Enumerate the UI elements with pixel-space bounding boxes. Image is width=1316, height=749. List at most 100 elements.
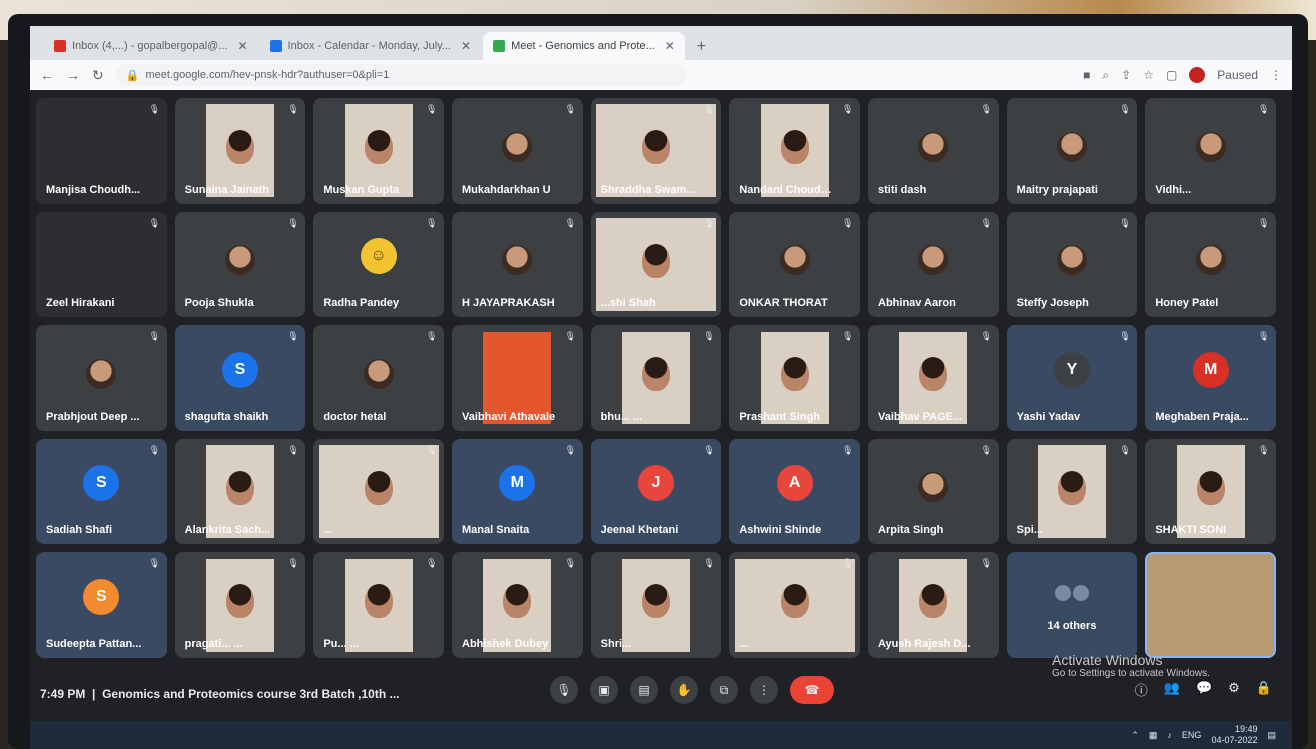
extensions-icon[interactable]: ▢: [1166, 68, 1177, 82]
network-icon[interactable]: ▦: [1149, 730, 1158, 741]
browser-tab-calendar[interactable]: Inbox - Calendar - Monday, July... ✕: [260, 32, 482, 60]
participant-photo: [1195, 245, 1226, 276]
volume-icon[interactable]: ♪: [1167, 730, 1172, 740]
participant-tile[interactable]: 🎙 Muskan Gupta: [313, 98, 444, 204]
profile-avatar[interactable]: [1189, 67, 1206, 83]
participant-tile[interactable]: 🎙 SHAKTI SONI: [1145, 438, 1276, 545]
camera-permission-icon[interactable]: ■: [1083, 68, 1090, 82]
participant-tile[interactable]: 🎙 Pu... ...: [313, 552, 444, 658]
share-icon[interactable]: ⇪: [1121, 68, 1131, 82]
url-field[interactable]: 🔒 meet.google.com/hev-pnsk-hdr?authuser=…: [115, 64, 686, 86]
participant-tile[interactable]: 🎙 Shraddha Swam...: [590, 98, 722, 204]
notifications-icon[interactable]: ▤: [1267, 730, 1276, 741]
clock[interactable]: 19:49 04-07-2022: [1211, 724, 1257, 746]
participant-tile[interactable]: 🎙...: [729, 552, 860, 658]
info-icon[interactable]: ⓘ: [1135, 680, 1148, 699]
lock-icon[interactable]: 🔒: [1256, 680, 1272, 699]
self-view-tile[interactable]: You: [1145, 552, 1276, 658]
participant-tile[interactable]: M 🎙 Manal Snaita: [452, 438, 583, 545]
participant-tile[interactable]: 🎙 Manjisa Choudh...: [36, 98, 167, 204]
participant-tile[interactable]: 🎙 ...shi Shah: [590, 211, 722, 318]
gmail-icon: [54, 40, 66, 52]
close-icon[interactable]: ✕: [665, 39, 675, 53]
participant-face: [225, 130, 254, 165]
close-icon[interactable]: ✕: [461, 39, 471, 53]
participant-tile[interactable]: 🎙 Alankrita Sach...: [174, 438, 306, 545]
browser-tab-gmail[interactable]: Inbox (4,...) - gopalbergopal@... ✕: [44, 32, 258, 60]
participant-name: Maitry prajapati: [1016, 183, 1098, 196]
participant-tile[interactable]: 🎙...: [313, 438, 444, 545]
participant-tile[interactable]: 🎙 ONKAR THORAT: [729, 211, 860, 318]
new-tab-button[interactable]: +: [687, 38, 716, 60]
participant-photo: [224, 245, 255, 276]
participant-tile[interactable]: Y 🎙 Yashi Yadav: [1006, 325, 1138, 431]
menu-icon[interactable]: ⋮: [1270, 68, 1282, 82]
participant-tile[interactable]: S 🎙 Sadiah Shafi: [36, 438, 167, 545]
raise-hand-icon[interactable]: ✋: [670, 676, 698, 704]
mic-icon[interactable]: 🎙: [550, 676, 578, 704]
participant-tile[interactable]: J 🎙 Jeenal Khetani: [590, 438, 722, 545]
participant-tile[interactable]: 🎙 Arpita Singh: [868, 438, 999, 545]
mic-muted-icon: 🎙: [980, 331, 993, 342]
camera-icon[interactable]: ▣: [590, 676, 618, 704]
reload-icon[interactable]: ↻: [92, 67, 104, 84]
chat-icon[interactable]: 💬: [1196, 680, 1212, 699]
participant-tile[interactable]: S 🎙 shagufta shaikh: [174, 325, 306, 431]
tray-chevron-icon[interactable]: ⌃: [1131, 730, 1139, 741]
participant-tile[interactable]: M 🎙 Meghaben Praja...: [1145, 325, 1276, 431]
participant-tile[interactable]: 🎙 Spi...: [1006, 438, 1138, 545]
participant-tile[interactable]: 🎙 Steffy Joseph: [1006, 211, 1138, 318]
mic-muted-icon: 🎙: [287, 104, 299, 114]
mic-muted-icon: 🎙: [564, 104, 577, 114]
participant-tile[interactable]: 🎙 Maitry prajapati: [1006, 98, 1138, 204]
participant-tile[interactable]: 🎙 Abhishek Dubey: [452, 552, 583, 658]
present-icon[interactable]: ⧉: [710, 676, 738, 704]
participant-tile[interactable]: 🎙 Vidhi...: [1145, 98, 1276, 204]
participant-tile[interactable]: 🎙 Nandani Choudh...: [729, 98, 860, 204]
participant-tile[interactable]: 🎙 Shri...: [590, 552, 722, 658]
participant-tile[interactable]: 🎙 Vaibhav PAGE...: [868, 325, 999, 431]
end-call-icon[interactable]: ☎: [790, 676, 834, 704]
participant-tile[interactable]: 🎙 stiti dash: [868, 98, 999, 204]
participant-tile[interactable]: 🎙 Vaibhavi Athavale: [452, 325, 583, 431]
activities-icon[interactable]: ⚙: [1228, 680, 1240, 699]
participant-tile[interactable]: S 🎙 Sudeepta Pattan...: [36, 552, 167, 658]
participant-name: pragati... ...: [184, 637, 243, 650]
mic-muted-icon: 🎙: [842, 331, 854, 342]
participant-tile[interactable]: 🎙 Honey Patel: [1145, 211, 1276, 318]
forward-icon[interactable]: →: [66, 67, 80, 83]
meeting-info: 7:49 PM | Genomics and Proteomics course…: [40, 687, 399, 701]
participant-tile[interactable]: ☺ 🎙 Radha Pandey: [313, 211, 444, 318]
mic-muted-icon: 🎙: [703, 558, 715, 569]
participant-tile[interactable]: 🎙 doctor hetal: [313, 325, 444, 431]
search-icon[interactable]: ⌕: [1102, 68, 1109, 83]
participant-photo: [1056, 245, 1087, 276]
participant-tile[interactable]: 🎙 pragati... ...: [174, 552, 306, 658]
participant-name: SHAKTI SONI: [1155, 524, 1227, 537]
tab-label: Meet - Genomics and Prote...: [511, 40, 655, 52]
language-indicator[interactable]: ENG: [1182, 730, 1202, 740]
participant-tile[interactable]: A 🎙 Ashwini Shinde: [729, 438, 860, 545]
close-icon[interactable]: ✕: [237, 39, 247, 53]
participant-tile[interactable]: 🎙 Mukahdarkhan U: [452, 98, 583, 204]
browser-tab-meet[interactable]: Meet - Genomics and Prote... ✕: [483, 32, 685, 60]
back-icon[interactable]: ←: [40, 67, 54, 83]
participant-name: Vaibhavi Athavale: [462, 410, 556, 423]
self-video: [1147, 554, 1274, 656]
participant-tile[interactable]: 🎙 bhu... ...: [590, 325, 722, 431]
profile-status[interactable]: Paused: [1217, 68, 1258, 82]
more-icon[interactable]: ⋮: [750, 676, 778, 704]
bookmark-star-icon[interactable]: ☆: [1143, 68, 1154, 82]
participant-tile[interactable]: 🎙 Pooja Shukla: [174, 211, 306, 318]
participant-tile[interactable]: 🎙 Sunaina Jainath: [174, 98, 306, 204]
people-icon[interactable]: 👥: [1164, 680, 1180, 699]
captions-icon[interactable]: ▤: [630, 676, 658, 704]
participant-photo: [918, 131, 949, 162]
participant-tile[interactable]: 🎙 Prashant Singh: [729, 325, 860, 431]
participant-tile[interactable]: 🎙 Prabhjout Deep ...: [36, 325, 167, 431]
participant-tile[interactable]: 🎙 Zeel Hirakani: [36, 211, 167, 318]
participant-tile[interactable]: 🎙 Ayush Rajesh D...: [868, 552, 999, 658]
participant-tile[interactable]: 14 others: [1006, 552, 1138, 658]
participant-tile[interactable]: 🎙 Abhinav Aaron: [868, 211, 999, 318]
participant-tile[interactable]: 🎙 H JAYAPRAKASH: [452, 211, 583, 318]
